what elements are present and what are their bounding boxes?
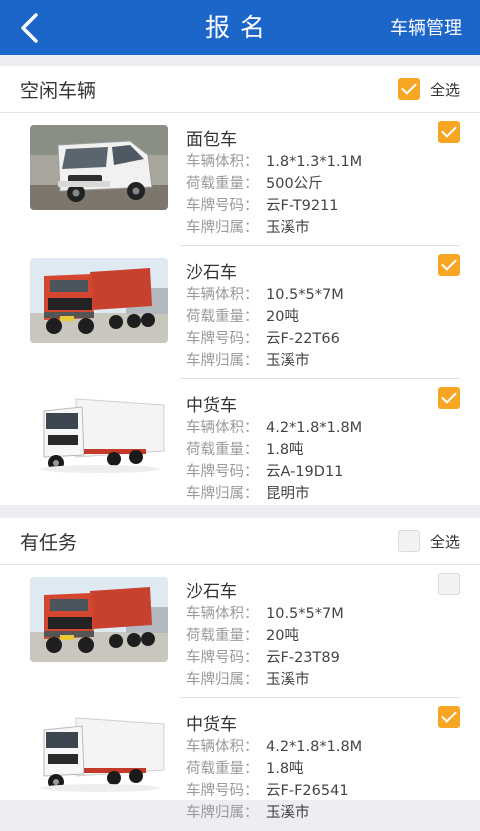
checkbox-checked-icon[interactable] (438, 706, 460, 728)
section-title: 空闲车辆 (20, 80, 97, 102)
load-value: 500公斤 (266, 176, 323, 192)
vehicle-management-button[interactable]: 车辆管理 (390, 0, 462, 55)
plate-value: 云A-19D11 (266, 464, 344, 480)
select-all-label: 全选 (429, 80, 460, 99)
select-all-toggle[interactable]: 全选 (397, 77, 460, 101)
select-all-toggle[interactable]: 全选 (397, 529, 460, 553)
volume-label: 车辆体积： (186, 420, 259, 436)
city-value: 昆明市 (266, 486, 310, 502)
plate-label: 车牌号码： (186, 198, 259, 214)
vehicle-card[interactable]: 中货车 车辆体积： 4.2*1.8*1.8M 荷载重量： 1.8吨 车牌号码： 云A-… (0, 379, 480, 512)
volume-label: 车辆体积： (186, 606, 259, 622)
vehicle-card[interactable]: 沙石车 车辆体积： 10.5*5*7M 荷载重量： 20吨 车牌号码： 云F-23T8… (0, 565, 480, 698)
load-label: 荷载重量： (186, 442, 259, 458)
section-header: 有任务 全选 (0, 518, 480, 565)
load-label: 荷载重量： (186, 761, 259, 777)
city-value: 玉溪市 (266, 672, 310, 688)
city-label: 车牌归属： (186, 353, 259, 369)
load-label: 荷载重量： (186, 176, 259, 192)
select-all-label: 全选 (429, 532, 460, 551)
city-label: 车牌归属： (186, 672, 259, 688)
vehicle-type: 面包车 (186, 130, 237, 150)
idle-vehicles-section: 空闲车辆 全选 面包车 车辆体积： 1.8*1.3*1.1M 荷载重量： 500公斤… (0, 66, 480, 505)
city-value: 玉溪市 (266, 220, 310, 236)
vehicle-type: 中货车 (186, 396, 237, 416)
plate-value: 云F-23T89 (266, 650, 340, 666)
load-value: 1.8吨 (266, 442, 304, 458)
vehicle-card[interactable]: 面包车 车辆体积： 1.8*1.3*1.1M 荷载重量： 500公斤 车牌号码： 云F… (0, 113, 480, 246)
load-value: 20吨 (266, 628, 299, 644)
volume-value: 4.2*1.8*1.8M (266, 420, 363, 436)
tasked-vehicles-section: 有任务 全选 沙石车 车辆体积： 10.5*5*7M 荷载重量： 20吨 车牌号码：… (0, 518, 480, 821)
plate-value: 云F-F26541 (266, 783, 349, 799)
vehicle-photo (30, 710, 168, 795)
checkbox-unchecked-icon[interactable] (438, 573, 460, 595)
vehicle-card[interactable]: 中货车 车辆体积： 4.2*1.8*1.8M 荷载重量： 1.8吨 车牌号码： 云F-… (0, 698, 480, 831)
city-value: 玉溪市 (266, 353, 310, 369)
volume-value: 1.8*1.3*1.1M (266, 154, 363, 170)
volume-label: 车辆体积： (186, 739, 259, 755)
checkbox-unchecked-icon[interactable] (397, 530, 420, 552)
plate-value: 云F-T9211 (266, 198, 339, 214)
back-arrow-icon[interactable] (16, 12, 46, 44)
volume-value: 10.5*5*7M (266, 287, 344, 303)
plate-label: 车牌号码： (186, 650, 259, 666)
volume-label: 车辆体积： (186, 287, 259, 303)
vehicle-photo (30, 125, 168, 210)
load-label: 荷载重量： (186, 309, 259, 325)
section-title: 有任务 (20, 532, 78, 554)
volume-value: 4.2*1.8*1.8M (266, 739, 363, 755)
vehicle-photo (30, 577, 168, 662)
vehicle-type: 沙石车 (186, 263, 237, 283)
checkbox-checked-icon[interactable] (438, 121, 460, 143)
vehicle-type: 中货车 (186, 715, 237, 735)
vehicle-photo (30, 258, 168, 343)
checkbox-checked-icon[interactable] (438, 254, 460, 276)
vehicle-type: 沙石车 (186, 582, 237, 602)
plate-value: 云F-22T66 (266, 331, 340, 347)
vehicle-card[interactable]: 沙石车 车辆体积： 10.5*5*7M 荷载重量： 20吨 车牌号码： 云F-22T6… (0, 246, 480, 379)
header-bar: 报名 车辆管理 (0, 0, 480, 55)
load-label: 荷载重量： (186, 628, 259, 644)
volume-value: 10.5*5*7M (266, 606, 344, 622)
city-value: 玉溪市 (266, 805, 310, 821)
checkbox-checked-icon[interactable] (438, 387, 460, 409)
vehicle-photo (30, 391, 168, 476)
city-label: 车牌归属： (186, 220, 259, 236)
volume-label: 车辆体积： (186, 154, 259, 170)
load-value: 1.8吨 (266, 761, 304, 777)
checkbox-checked-icon[interactable] (397, 78, 420, 100)
city-label: 车牌归属： (186, 486, 259, 502)
section-header: 空闲车辆 全选 (0, 66, 480, 113)
plate-label: 车牌号码： (186, 783, 259, 799)
plate-label: 车牌号码： (186, 464, 259, 480)
city-label: 车牌归属： (186, 805, 259, 821)
load-value: 20吨 (266, 309, 299, 325)
plate-label: 车牌号码： (186, 331, 259, 347)
